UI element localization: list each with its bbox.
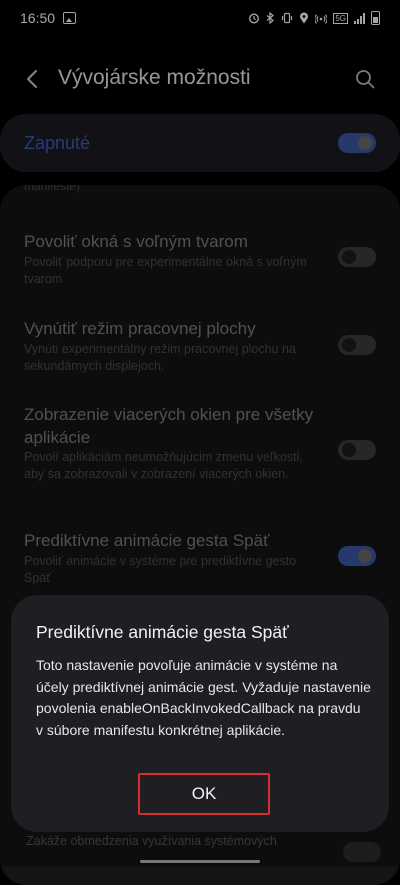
ok-button[interactable]: OK	[138, 773, 270, 815]
dialog-title: Prediktívne animácie gesta Späť	[36, 622, 289, 642]
dialog-body: Toto nastavenie povoľuje animácie v syst…	[36, 657, 371, 738]
info-dialog: Prediktívne animácie gesta Späť Toto nas…	[11, 595, 389, 832]
home-indicator[interactable]	[140, 860, 260, 863]
